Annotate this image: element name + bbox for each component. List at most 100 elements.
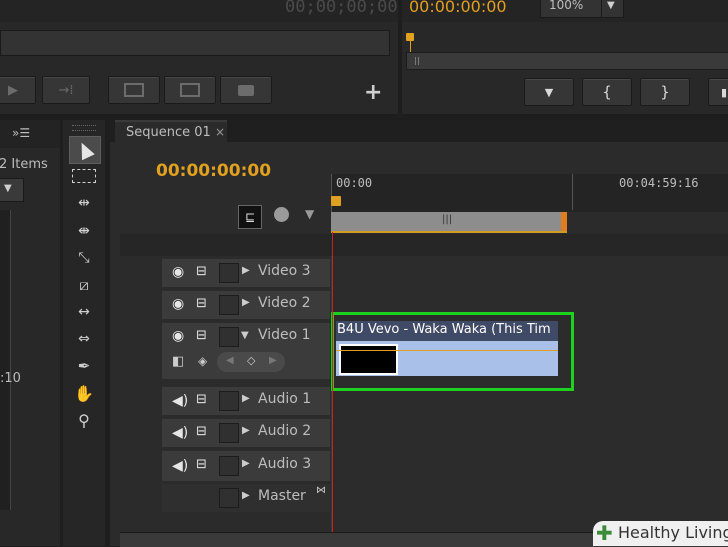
prev-keyframe-icon[interactable]: ◀ <box>226 355 234 366</box>
panel-menu-icon[interactable]: »☰ <box>12 126 30 140</box>
ruler-start-label: 00:00 <box>336 176 373 190</box>
arrow-icon <box>75 139 95 161</box>
lock-toggle[interactable] <box>219 488 239 508</box>
program-timecode: 00:00:00:00 <box>409 0 507 16</box>
overwrite-button[interactable] <box>164 76 216 104</box>
close-icon[interactable]: × <box>215 125 225 139</box>
zoom-select[interactable]: 100% ▼ <box>540 0 624 18</box>
playhead-marker[interactable] <box>331 196 341 206</box>
playhead-line <box>332 232 333 546</box>
sync-lock-icon[interactable]: ⊟ <box>196 264 207 279</box>
tab-sequence[interactable]: Sequence 01 × <box>115 120 227 146</box>
expand-icon[interactable]: ▶ <box>242 265 250 276</box>
mark-in-icon: { <box>602 83 612 101</box>
track-label-video-2: Video 2 <box>258 295 311 311</box>
rolling-edit-tool[interactable]: ⇼ <box>69 218 99 244</box>
sync-lock-icon[interactable]: ⊟ <box>196 457 207 472</box>
expand-icon[interactable]: ▶ <box>242 490 250 501</box>
collapse-icon[interactable]: ▼ <box>241 330 249 341</box>
sync-lock-icon[interactable]: ⊟ <box>196 424 207 439</box>
program-monitor: 00:00:00:00 100% ▼ ▼ { } ▮ <box>402 0 728 114</box>
track-select-tool[interactable] <box>69 163 99 189</box>
clip-highlight-box <box>331 312 574 391</box>
mark-out-button[interactable]: } <box>640 78 690 106</box>
sync-lock-icon[interactable]: ⊟ <box>196 296 207 311</box>
expand-icon[interactable]: ▶ <box>242 393 250 404</box>
play-button[interactable]: ▶ <box>0 76 36 104</box>
pen-tool[interactable]: ✒ <box>69 353 99 379</box>
hand-tool[interactable]: ✋ <box>69 380 99 406</box>
go-to-in-icon: ▮ <box>720 85 728 99</box>
lock-toggle[interactable] <box>219 456 239 476</box>
sync-lock-icon[interactable]: ⊟ <box>196 328 207 343</box>
project-dropdown[interactable]: ▼ <box>0 178 24 202</box>
project-panel: »☰ 2 Items ▼ :10 <box>0 120 60 546</box>
track-label-audio-1: Audio 1 <box>258 391 312 407</box>
insert-icon: →⁞ <box>58 82 74 98</box>
snap-icon: ⊑ <box>244 210 256 224</box>
hand-icon: ✋ <box>74 383 94 403</box>
insert-button[interactable]: →⁞ <box>42 76 90 104</box>
eye-icon[interactable]: ◉ <box>172 296 184 312</box>
selection-tool[interactable] <box>69 136 101 164</box>
track-label-video-1: Video 1 <box>258 327 311 343</box>
zoom-tool[interactable]: ⚲ <box>69 407 99 433</box>
razor-icon: ⧄ <box>79 276 89 294</box>
lock-toggle[interactable] <box>219 423 239 443</box>
play-icon: ▶ <box>8 82 18 98</box>
keyframe-icon[interactable]: ◈ <box>198 354 207 368</box>
ripple-edit-icon: ⇹ <box>78 195 90 211</box>
master-expand-icon[interactable]: ⋈ <box>316 485 326 496</box>
add-button[interactable]: + <box>364 82 382 104</box>
add-marker-icon[interactable]: ▼ <box>305 207 314 221</box>
mark-in-button[interactable]: { <box>582 78 632 106</box>
rate-stretch-tool[interactable]: ⤡ <box>69 245 99 271</box>
speaker-icon[interactable]: ◀) <box>172 393 188 409</box>
add-marker-button[interactable]: ▼ <box>524 78 574 106</box>
sequence-timecode[interactable]: 00:00:00:00 <box>156 161 271 181</box>
track-label-audio-3: Audio 3 <box>258 456 312 472</box>
add-keyframe-icon[interactable]: ◇ <box>247 354 255 367</box>
project-duration: :10 <box>0 371 21 386</box>
eye-icon[interactable]: ◉ <box>172 328 184 344</box>
sync-lock-icon[interactable]: ⊟ <box>196 392 207 407</box>
source-timecode: 00;00;00;00 <box>285 0 398 17</box>
watermark-brand: Healthy Living <box>618 523 728 542</box>
lock-toggle[interactable] <box>219 327 239 347</box>
slip-icon: ↔ <box>78 304 90 320</box>
slide-icon: ⇔ <box>78 331 90 347</box>
slide-tool[interactable]: ⇔ <box>69 326 99 352</box>
next-keyframe-icon[interactable]: ▶ <box>269 355 277 366</box>
camera-button[interactable] <box>220 76 272 104</box>
slip-tool[interactable]: ↔ <box>69 299 99 325</box>
source-monitor: 00;00;00;00 ▶ →⁞ + <box>0 0 398 114</box>
lock-toggle[interactable] <box>219 263 239 283</box>
lock-toggle[interactable] <box>219 295 239 315</box>
marker-icon: ▼ <box>544 85 554 99</box>
rolling-edit-icon: ⇼ <box>78 223 90 239</box>
display-style-icon[interactable]: ◧ <box>172 354 184 369</box>
ripple-edit-tool[interactable]: ⇹ <box>69 190 99 216</box>
speaker-icon[interactable]: ◀) <box>172 425 188 441</box>
snap-toggle[interactable]: ⊑ <box>238 205 262 229</box>
eye-icon[interactable]: ◉ <box>172 264 184 280</box>
expand-icon[interactable]: ▶ <box>242 425 250 436</box>
pen-icon: ✒ <box>77 357 91 375</box>
expand-icon[interactable]: ▶ <box>242 458 250 469</box>
rate-stretch-icon: ⤡ <box>78 250 90 266</box>
track-select-icon <box>72 169 96 183</box>
lock-toggle[interactable] <box>219 391 239 411</box>
camera-icon <box>238 84 254 96</box>
razor-tool[interactable]: ⧄ <box>69 272 99 298</box>
magnifier-icon: ⚲ <box>78 410 90 430</box>
expand-icon[interactable]: ▶ <box>242 297 250 308</box>
work-area-bar[interactable]: ||| <box>331 212 567 233</box>
track-label-audio-2: Audio 2 <box>258 423 312 439</box>
speaker-icon[interactable]: ◀) <box>172 458 188 474</box>
lift-icon <box>124 83 144 97</box>
export-frame-button-1[interactable] <box>108 76 160 104</box>
program-scrub-bar[interactable] <box>406 52 728 70</box>
work-area-end-handle[interactable] <box>561 212 567 231</box>
set-marker-button[interactable] <box>274 207 289 222</box>
go-to-in-button[interactable]: ▮ <box>708 78 728 106</box>
